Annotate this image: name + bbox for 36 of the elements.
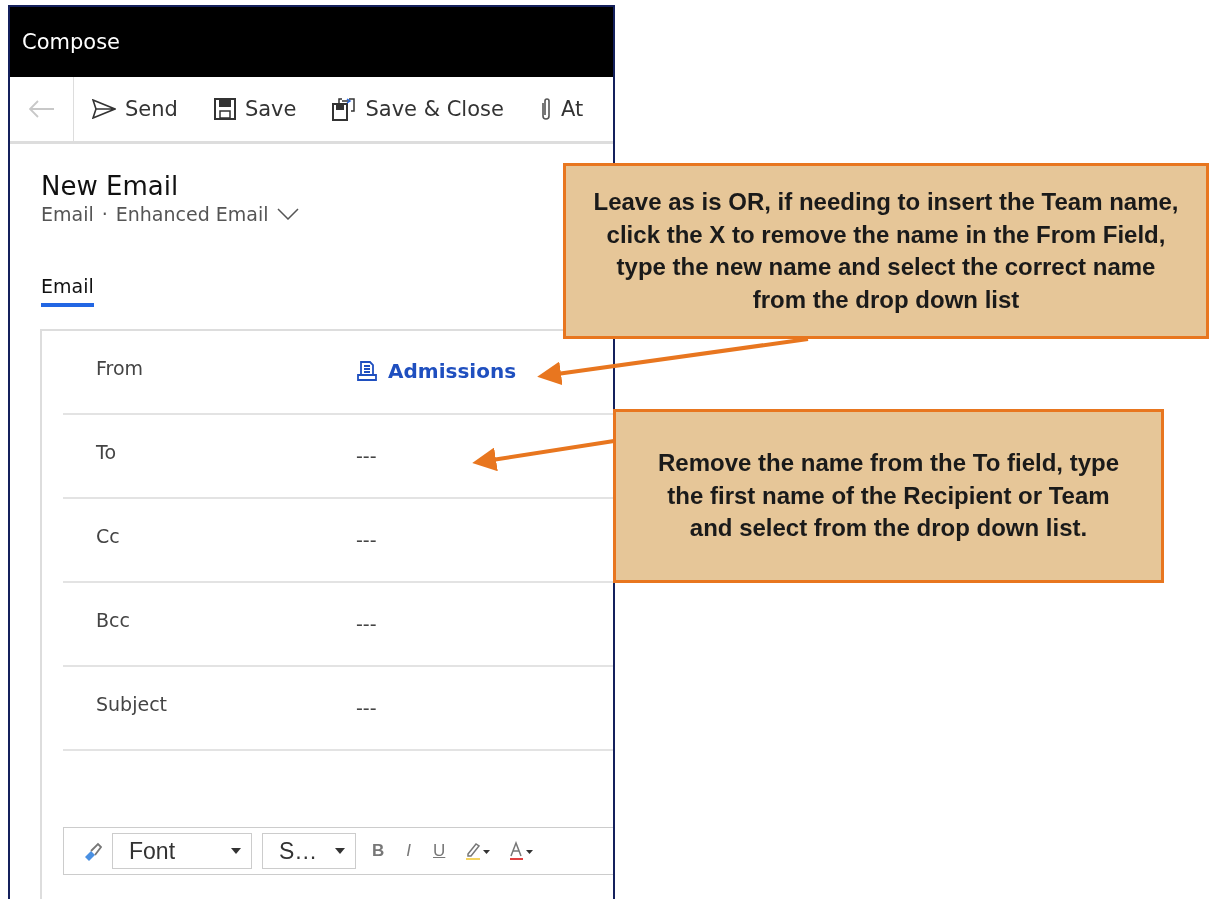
back-arrow-icon [28,100,55,118]
send-icon [92,99,116,119]
italic-button[interactable]: I [400,841,417,861]
font-dropdown[interactable]: Font [112,833,252,869]
underline-button[interactable]: U [427,841,452,861]
record-title: New Email [41,171,180,201]
attach-button[interactable]: At [521,97,584,121]
field-label: Subject [95,693,169,715]
chevron-down-icon[interactable] [276,208,299,220]
save-close-button[interactable]: Save & Close [314,97,504,121]
field-label: From [95,357,145,379]
entity-name: Email [41,203,94,225]
form-tab[interactable]: Email [41,275,94,307]
callout-note: Remove the name from the To field, type the first name of the Recipient or Team and select from the drop down list. [613,409,1164,583]
lookup-link[interactable]: Admissions [356,359,517,383]
field-label: Cc [95,525,121,547]
font-size-dropdown[interactable]: S… [262,833,356,869]
window-title: Compose [22,30,120,54]
caret-icon [335,848,345,854]
separator-dot: · [101,203,108,225]
field-label: To [95,441,117,463]
field-value[interactable]: --- [356,697,377,719]
field-value[interactable]: --- [356,529,377,551]
send-button[interactable]: Send [74,97,178,121]
team-icon [356,360,378,382]
caret-icon [231,848,241,854]
callout-note: Leave as is OR, if needing to insert the Team name, click the X to remove the name in the From Field, type the new name and select the correct name from the drop down list [563,163,1209,339]
save-icon [213,98,236,120]
field-value[interactable]: --- [356,445,377,467]
save-close-icon [332,97,357,121]
save-button[interactable]: Save [195,97,297,121]
form-selector[interactable]: Enhanced Email [115,203,269,225]
paperclip-icon [539,97,552,121]
field-value[interactable]: --- [356,613,377,635]
field-label: Bcc [95,609,131,631]
bold-button[interactable]: B [366,841,391,861]
